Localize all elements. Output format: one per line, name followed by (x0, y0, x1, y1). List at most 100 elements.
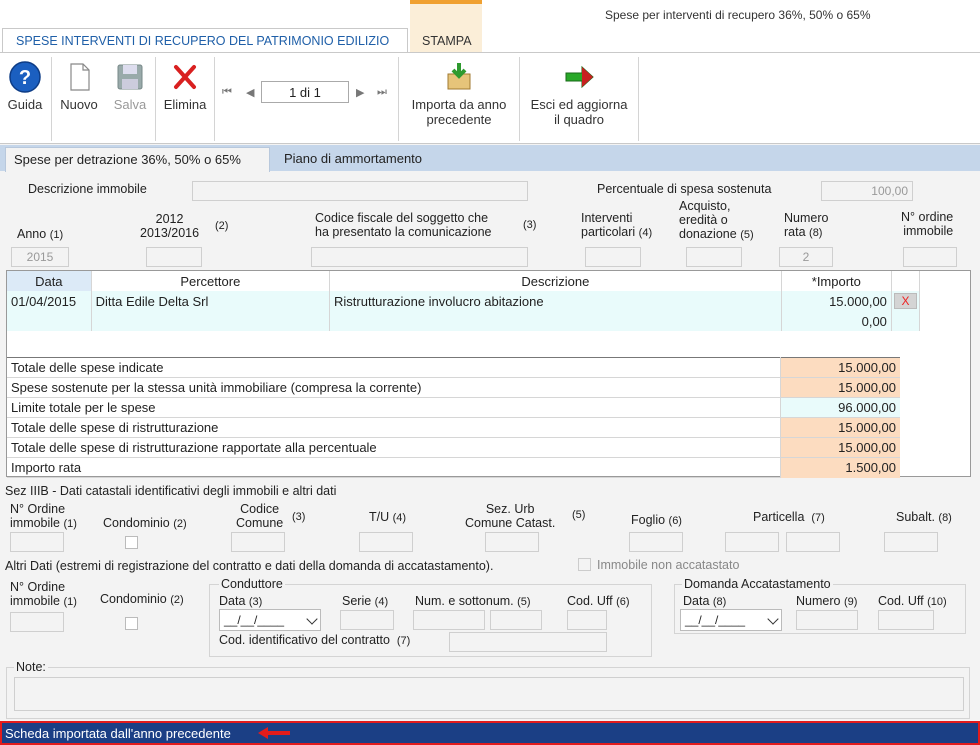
next-page-icon[interactable]: ▶ (356, 86, 364, 99)
esci-button[interactable]: Esci ed aggiorna il quadro (522, 53, 636, 143)
interventi-ref: (4) (638, 227, 653, 239)
cond-num-field-1[interactable] (413, 610, 485, 630)
non-accatastato-checkbox[interactable] (578, 558, 591, 571)
dom-data-picker[interactable]: __/__/____ (680, 609, 782, 631)
first-page-icon[interactable]: ⏮ (222, 86, 232, 99)
y2012-line1: 2012 (155, 212, 184, 226)
cat-subalt-field[interactable] (884, 532, 938, 552)
total-label: Totale delle spese di ristrutturazione r… (7, 437, 780, 458)
dom-data-text: Data (683, 594, 710, 608)
guida-button[interactable]: ? Guida (2, 53, 48, 143)
cond-data-ref: (3) (248, 596, 263, 608)
cat-condominio-label: Condominio (2) (103, 516, 187, 531)
codice-fiscale-ref: (3) (523, 219, 537, 231)
alt-condominio-checkbox[interactable] (125, 617, 138, 630)
row-data[interactable]: 01/04/2015 (7, 291, 92, 311)
table-row[interactable]: 0,00 (7, 311, 921, 331)
col-header-descrizione[interactable]: Descrizione (329, 271, 782, 291)
numero-rata-line2: rata (784, 225, 806, 239)
prev-page-icon[interactable]: ◀ (246, 86, 254, 99)
cat-tu-text: T/U (369, 510, 390, 524)
tab-spese-label: SPESE INTERVENTI DI RECUPERO DEL PATRIMO… (16, 34, 390, 48)
help-icon: ? (9, 61, 41, 93)
dom-coduff-label: Cod. Uff (10) (878, 594, 947, 609)
elimina-button[interactable]: Elimina (160, 53, 210, 143)
alt-condominio-text: Condominio (100, 592, 167, 606)
ordine-immobile-label: N° ordine immobile (901, 210, 953, 238)
note-field[interactable] (14, 677, 964, 711)
cond-data-picker[interactable]: __/__/____ (219, 609, 321, 631)
dom-coduff-field[interactable] (878, 610, 934, 630)
y2012-field[interactable] (146, 247, 202, 267)
row-descrizione[interactable]: Ristrutturazione involucro abitazione (329, 291, 782, 311)
catasto-title: Sez IIIB - Dati catastali identificativi… (5, 484, 337, 498)
col-header-data[interactable]: Data (7, 271, 92, 291)
cond-contratto-field[interactable] (449, 632, 607, 652)
tab-stampa[interactable]: STAMPA (410, 0, 482, 52)
percentuale-field[interactable]: 100,00 (821, 181, 913, 201)
dom-coduff-text: Cod. Uff (878, 594, 924, 608)
subtab-piano[interactable]: Piano di ammortamento (284, 151, 422, 166)
cond-coduff-field[interactable] (567, 610, 607, 630)
cat-tu-field[interactable] (359, 532, 413, 552)
tab-spese[interactable]: SPESE INTERVENTI DI RECUPERO DEL PATRIMO… (2, 28, 408, 53)
expense-table: Data Percettore Descrizione *Importo 01/… (7, 271, 921, 331)
codice-fiscale-field[interactable] (311, 247, 528, 267)
anno-label: Anno (1) (17, 227, 63, 242)
total-label: Spese sostenute per la stessa unità immo… (7, 377, 780, 398)
cond-contratto-text: Cod. identificativo del contratto (219, 633, 390, 647)
col-header-percettore[interactable]: Percettore (91, 271, 331, 291)
cond-num-field-2[interactable] (490, 610, 542, 630)
col-header-importo[interactable]: *Importo (781, 271, 892, 291)
codice-fiscale-line2: ha presentato la comunicazione (315, 225, 492, 239)
cat-sezurb-field[interactable] (485, 532, 539, 552)
anno-field[interactable]: 2015 (11, 247, 69, 267)
cat-particella-label: Particella (7) (753, 510, 825, 525)
cat-particella-text: Particella (753, 510, 805, 524)
cat-particella-field-1[interactable] (725, 532, 779, 552)
row-descrizione[interactable] (329, 311, 782, 331)
cat-codice-line2: Comune (236, 516, 284, 530)
numero-rata-field[interactable]: 2 (779, 247, 833, 267)
row-importo[interactable]: 15.000,00 (781, 291, 892, 311)
acquisto-field[interactable] (686, 247, 742, 267)
dom-numero-label: Numero (9) (796, 594, 857, 609)
alt-ordine-field[interactable] (10, 612, 64, 632)
grid-header-row: Data Percettore Descrizione *Importo (7, 271, 921, 291)
table-row[interactable]: 01/04/2015 Ditta Edile Delta Srl Ristrut… (7, 291, 921, 311)
numero-rata-ref: (8) (809, 227, 823, 239)
row-percettore[interactable] (91, 311, 331, 331)
cat-foglio-field[interactable] (629, 532, 683, 552)
dom-numero-field[interactable] (796, 610, 858, 630)
cat-condominio-checkbox[interactable] (125, 536, 138, 549)
interventi-field[interactable] (585, 247, 641, 267)
nuovo-button[interactable]: Nuovo (55, 53, 103, 143)
row-data[interactable] (7, 311, 92, 331)
row-percettore[interactable]: Ditta Edile Delta Srl (91, 291, 331, 311)
total-value[interactable]: 96.000,00 (779, 397, 900, 418)
cat-particella-field-2[interactable] (786, 532, 840, 552)
row-importo[interactable]: 0,00 (781, 311, 892, 331)
cond-serie-field[interactable] (340, 610, 394, 630)
salva-button[interactable]: Salva (107, 53, 153, 143)
importa-button[interactable]: Importa da anno precedente (402, 53, 516, 143)
ordine-immobile-field[interactable] (903, 247, 957, 267)
row-delete (891, 311, 921, 331)
cat-codice-field[interactable] (231, 532, 285, 552)
cond-serie-text: Serie (342, 594, 372, 608)
descrizione-immobile-field[interactable] (192, 181, 528, 201)
chevron-down-icon (767, 613, 779, 625)
page-input[interactable]: 1 di 1 (261, 81, 349, 103)
acquisto-line1: Acquisto, (679, 199, 731, 213)
last-page-icon[interactable]: ⏭ (377, 86, 387, 99)
cond-coduff-label: Cod. Uff (6) (567, 594, 630, 609)
interventi-line1: Interventi (581, 211, 633, 225)
delete-row-button[interactable]: X (891, 291, 921, 311)
total-value: 15.000,00 (779, 377, 900, 398)
cat-condominio-text: Condominio (103, 516, 170, 530)
total-label: Totale delle spese di ristrutturazione (7, 417, 780, 438)
subtab-spese[interactable]: Spese per detrazione 36%, 50% o 65% (5, 147, 270, 172)
alt-ordine-label: N° Ordine immobile (1) (10, 580, 77, 609)
cat-ordine-field[interactable] (10, 532, 64, 552)
esci-label-1: Esci ed aggiorna (530, 97, 628, 112)
